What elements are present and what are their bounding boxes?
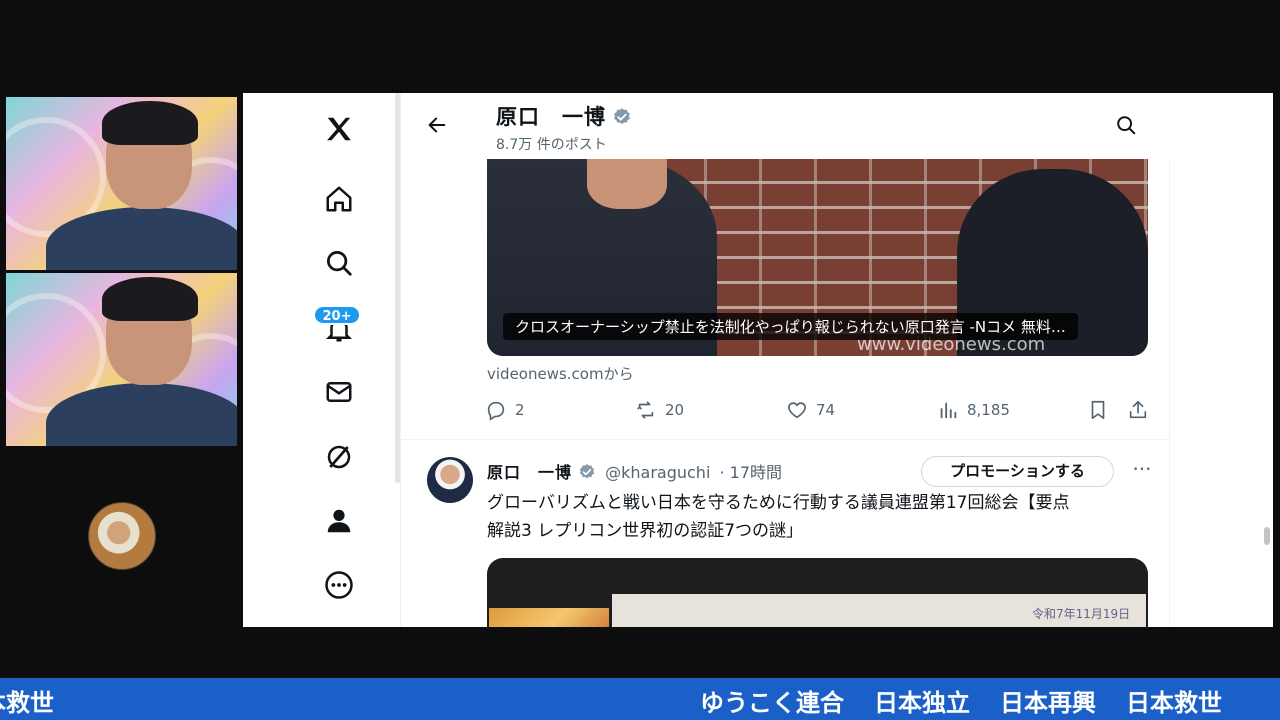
share-icon	[1129, 400, 1147, 419]
heart-icon	[788, 402, 806, 419]
link-domain[interactable]: videonews.comから	[487, 363, 634, 384]
repost-button[interactable]: 20	[635, 399, 684, 421]
ticker-item: 日本再興	[1000, 689, 1096, 717]
verified-badge-icon	[579, 464, 595, 479]
ticker-items: ゆうこく連合 日本独立 日本再興 日本救世	[700, 683, 1252, 718]
bookmark-button[interactable]	[1087, 399, 1117, 421]
ticker-item: 日本救世	[1126, 689, 1222, 717]
tweet-author-line: 原口 一博 @kharaguchi · 17時間	[487, 459, 782, 483]
repost-count: 20	[665, 401, 685, 419]
more-options-icon[interactable]	[321, 567, 357, 603]
search-icon[interactable]	[321, 245, 357, 281]
author-avatar[interactable]	[427, 457, 473, 503]
post-count: 8.7万 件のポスト	[496, 137, 607, 153]
stream-stage: 20+ 原口 一博 8.7万 件のポスト www.videonews.com ク…	[0, 0, 1280, 720]
tweet-actions: 2 20 74 8,185	[485, 399, 1165, 423]
views-button[interactable]: 8,185	[937, 399, 1010, 421]
back-arrow-icon[interactable]	[421, 109, 453, 141]
header-search-icon[interactable]	[1111, 110, 1141, 140]
like-button[interactable]: 74	[786, 399, 835, 421]
video-link-card[interactable]: www.videonews.com クロスオーナーシップ禁止を法制化やっぱり報じ…	[487, 159, 1148, 356]
ticker-item: ゆうこく連合	[700, 689, 844, 717]
reply-button[interactable]: 2	[485, 399, 525, 421]
webcam-feed-2	[6, 273, 237, 446]
video-caption: クロスオーナーシップ禁止を法制化やっぱり報じられない原口発言 -Nコメ 無料…	[503, 313, 1078, 340]
home-icon[interactable]	[321, 181, 357, 217]
tweet-text: グローバリズムと戦い日本を守るために行動する議員連盟第17回総会【要点 解説3 …	[487, 489, 1157, 545]
tweet-divider	[401, 439, 1171, 440]
bookmark-icon	[1091, 400, 1105, 420]
tweet-time[interactable]: · 17時間	[719, 463, 782, 482]
profile-name: 原口 一博	[496, 105, 606, 129]
tweet-handle[interactable]: @kharaguchi	[605, 463, 710, 482]
repost-icon	[637, 401, 654, 419]
right-sidebar	[1171, 93, 1273, 627]
tweet-more-icon[interactable]: ···	[1129, 459, 1155, 485]
reply-icon	[487, 401, 505, 421]
tweet-text-line-1: グローバリズムと戦い日本を守るために行動する議員連盟第17回総会【要点	[487, 493, 1070, 513]
news-ticker: 本救世 ゆうこく連合 日本独立 日本再興 日本救世	[0, 678, 1280, 720]
notification-badge[interactable]: 20+	[313, 305, 361, 325]
x-logo-icon[interactable]	[321, 111, 357, 147]
x-browser-panel: 20+ 原口 一博 8.7万 件のポスト www.videonews.com ク…	[243, 93, 1273, 627]
analytics-bar-icon	[940, 402, 957, 419]
promote-button[interactable]: プロモーションする	[921, 456, 1114, 487]
left-nav: 20+	[243, 93, 398, 627]
grok-icon[interactable]	[321, 439, 357, 475]
like-count: 74	[816, 401, 836, 419]
timeline-column: 原口 一博 8.7万 件のポスト www.videonews.com クロスオー…	[400, 93, 1171, 627]
messages-mail-icon[interactable]	[321, 374, 357, 410]
profile-header: 原口 一博 8.7万 件のポスト	[401, 93, 1171, 159]
share-button[interactable]	[1127, 399, 1157, 421]
video-link-card-2[interactable]: 令和7年11月19日	[487, 558, 1148, 627]
participant-avatar	[88, 502, 156, 570]
tweet-text-line-2: 解説3 レプリコン世界初の認証7つの謎」	[487, 521, 804, 541]
ticker-fragment: 本救世	[0, 689, 54, 717]
verified-badge-icon	[614, 108, 630, 125]
ticker-item: 日本独立	[874, 689, 970, 717]
page-title: 原口 一博	[496, 101, 632, 131]
reply-count: 2	[515, 401, 525, 419]
tweet-author-name[interactable]: 原口 一博	[487, 463, 572, 482]
webcam-feed-1	[6, 97, 237, 270]
view-count: 8,185	[967, 401, 1010, 419]
page-scrollbar-thumb[interactable]	[1264, 527, 1270, 545]
profile-person-icon[interactable]	[321, 503, 357, 539]
video-date-overlay: 令和7年11月19日	[1032, 607, 1131, 621]
